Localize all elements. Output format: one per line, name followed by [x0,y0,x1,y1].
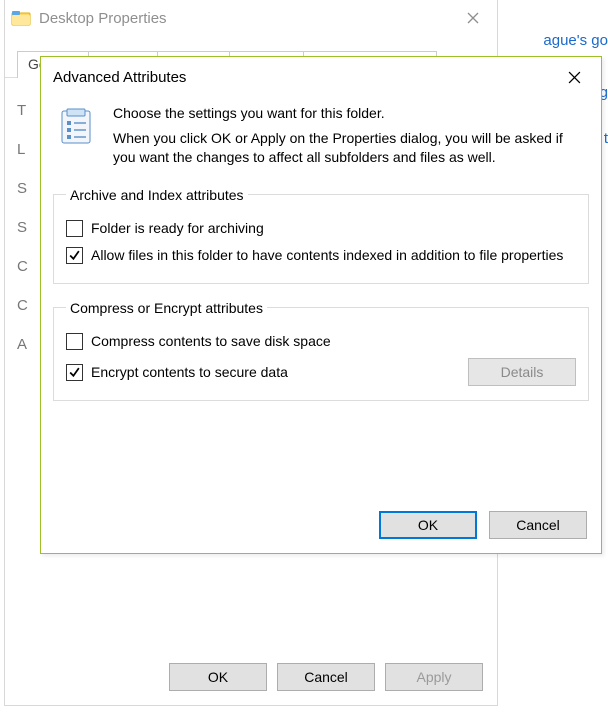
advanced-attributes-dialog: Advanced Attributes Choose the settin [40,56,602,554]
archive-checkbox[interactable] [66,220,83,237]
intro-section: Choose the settings you want for this fo… [53,101,589,177]
encrypt-checkbox[interactable] [66,364,83,381]
background-link-fragment: t [604,130,608,147]
attributes-icon [57,107,97,147]
advanced-titlebar: Advanced Attributes [41,57,601,97]
close-icon[interactable] [451,3,495,33]
compress-label: Compress contents to save disk space [91,332,331,351]
advanced-title: Advanced Attributes [53,69,551,86]
ok-button[interactable]: OK [379,511,477,539]
index-checkbox[interactable] [66,247,83,264]
properties-footer: OK Cancel Apply [5,649,497,705]
intro-line-1: Choose the settings you want for this fo… [113,105,585,121]
folder-icon [11,8,31,28]
archive-index-group: Archive and Index attributes Folder is r… [53,187,589,284]
intro-line-2: When you click OK or Apply on the Proper… [113,129,585,167]
archive-label: Folder is ready for archiving [91,219,264,238]
compress-checkbox[interactable] [66,333,83,350]
cancel-button[interactable]: Cancel [489,511,587,539]
cancel-button[interactable]: Cancel [277,663,375,691]
properties-title: Desktop Properties [39,10,451,27]
background-link-fragment: ague's go [543,32,608,49]
properties-titlebar: Desktop Properties [5,0,497,36]
index-label: Allow files in this folder to have conte… [91,246,563,265]
advanced-footer: OK Cancel [379,511,587,539]
compress-encrypt-group: Compress or Encrypt attributes Compress … [53,300,589,402]
archive-index-legend: Archive and Index attributes [66,187,248,203]
apply-button[interactable]: Apply [385,663,483,691]
details-button[interactable]: Details [468,358,576,386]
encrypt-label: Encrypt contents to secure data [91,363,288,382]
compress-encrypt-legend: Compress or Encrypt attributes [66,300,267,316]
close-icon[interactable] [551,62,597,92]
ok-button[interactable]: OK [169,663,267,691]
